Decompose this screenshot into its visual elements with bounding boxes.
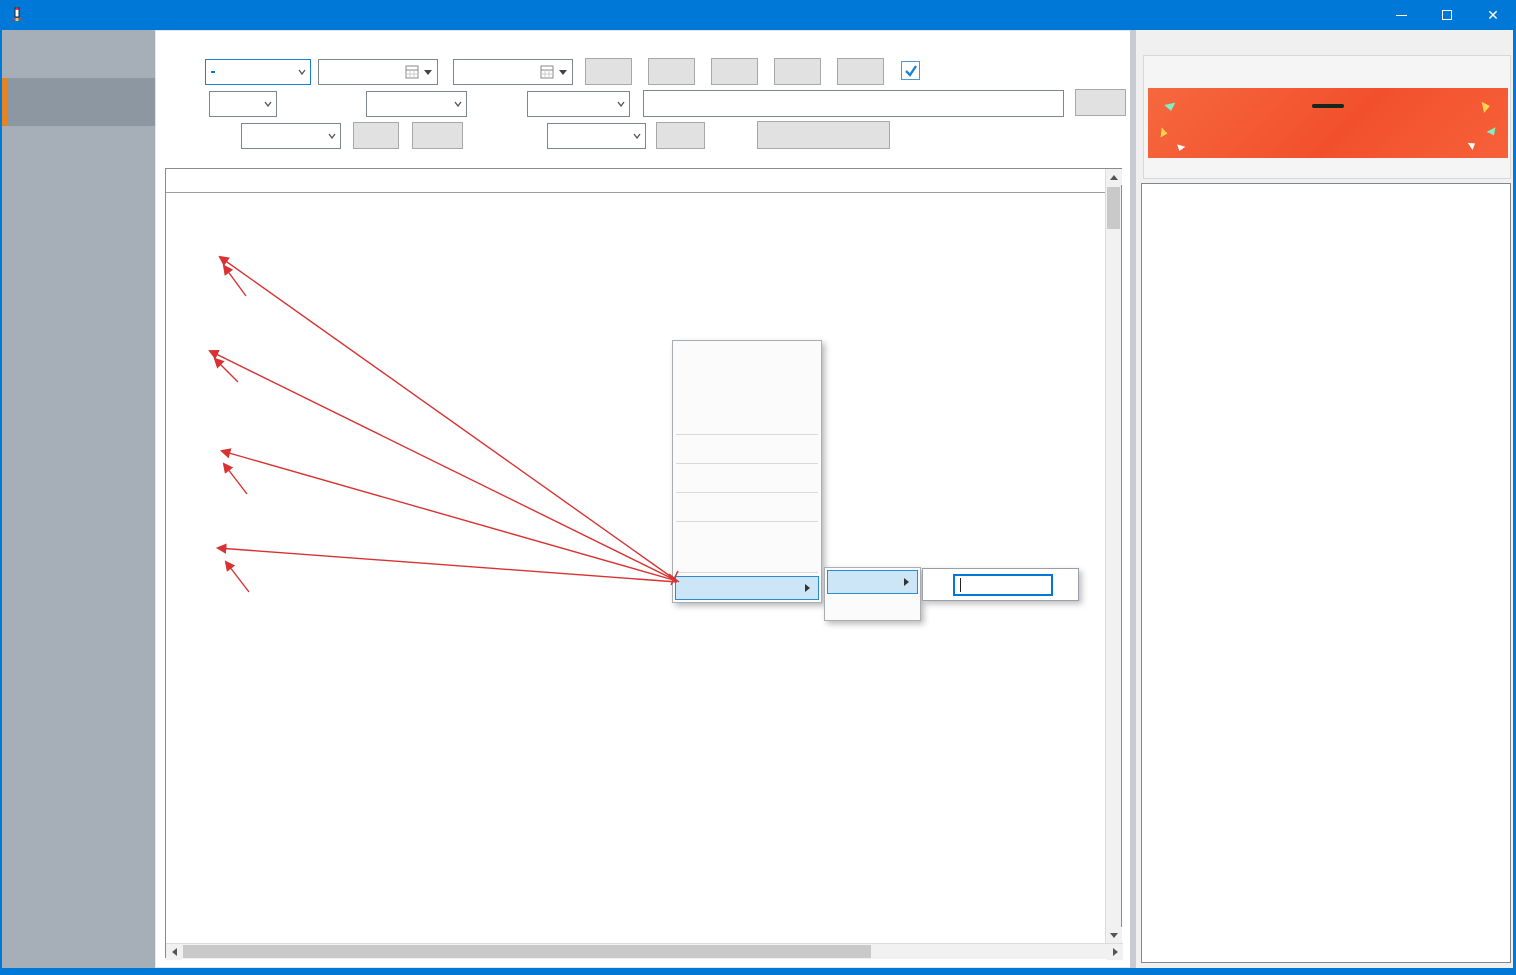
print-combobox[interactable] xyxy=(241,123,341,149)
context-menu xyxy=(672,340,822,603)
orders-table xyxy=(165,168,1122,958)
chevron-down-icon xyxy=(454,100,462,108)
menu-item-barcode-print[interactable] xyxy=(675,576,819,600)
confetti-icon xyxy=(1477,100,1490,113)
confetti-icon xyxy=(1466,141,1475,150)
submenu-item-specify[interactable] xyxy=(827,570,918,594)
sidebar-item-settlement[interactable] xyxy=(0,126,155,174)
horizontal-scrollbar[interactable] xyxy=(166,943,1123,959)
log-panel xyxy=(1141,183,1511,963)
confetti-icon xyxy=(1177,142,1186,151)
submenu-item-all[interactable] xyxy=(827,594,918,618)
center-combobox[interactable] xyxy=(209,91,277,117)
period-combobox[interactable] xyxy=(205,59,311,85)
search-button[interactable] xyxy=(1075,89,1126,116)
text-caret xyxy=(960,578,961,592)
chevron-down-icon xyxy=(633,132,641,140)
close-button[interactable]: ✕ xyxy=(1470,0,1516,30)
chevron-down-icon xyxy=(298,68,306,76)
courier-combobox[interactable] xyxy=(547,123,646,149)
barcode-print-button[interactable] xyxy=(757,121,890,149)
sidebar-item-settings[interactable] xyxy=(0,174,155,222)
menu-item-view-settings[interactable] xyxy=(675,547,819,569)
app-rocket-icon xyxy=(9,7,25,23)
sidebar-item-order-list[interactable] xyxy=(0,30,155,78)
calendar-icon xyxy=(540,64,554,79)
app-window: ✕ xyxy=(0,0,1516,975)
sidebar-item-order-detail-list[interactable] xyxy=(0,78,155,126)
sidebar xyxy=(0,30,155,975)
image-view-checkbox[interactable] xyxy=(901,61,920,80)
today-button[interactable] xyxy=(585,58,632,85)
chevron-down-icon xyxy=(559,70,567,75)
calendar-icon xyxy=(405,64,419,79)
barcode-submenu xyxy=(824,567,921,621)
menu-item-clear-all[interactable] xyxy=(675,387,819,409)
horizontal-scroll-thumb[interactable] xyxy=(183,945,871,958)
menu-item-select-all[interactable] xyxy=(675,343,819,365)
chevron-down-icon xyxy=(424,70,432,75)
confetti-icon xyxy=(1157,127,1168,138)
submenu-arrow-icon xyxy=(904,578,909,586)
order-status-combobox[interactable] xyxy=(366,91,467,117)
barcode-count-flyout xyxy=(922,568,1079,601)
search-input[interactable] xyxy=(643,90,1064,117)
menu-item-kakao-consult[interactable] xyxy=(675,496,819,518)
menu-item-invert-selection[interactable] xyxy=(675,365,819,387)
chevron-down-icon xyxy=(617,100,625,108)
submenu-arrow-icon xyxy=(805,584,810,592)
print-button[interactable] xyxy=(353,122,399,149)
current-month-button[interactable] xyxy=(837,58,884,85)
window-border xyxy=(0,968,1516,975)
table-header xyxy=(166,169,1107,193)
scroll-left-icon[interactable] xyxy=(166,944,182,960)
vertical-scrollbar[interactable] xyxy=(1105,169,1121,943)
date-from-picker[interactable] xyxy=(318,59,438,85)
scroll-right-icon[interactable] xyxy=(1107,944,1123,960)
menu-item-delete-selection[interactable] xyxy=(675,409,819,431)
confetti-icon xyxy=(1164,98,1177,111)
yesterday-button[interactable] xyxy=(648,58,695,85)
menu-item-reorder-columns[interactable] xyxy=(675,525,819,547)
vertical-scroll-thumb[interactable] xyxy=(1107,187,1120,229)
minimize-button[interactable] xyxy=(1378,0,1424,30)
chevron-down-icon xyxy=(328,132,336,140)
search-type-combobox[interactable] xyxy=(527,91,630,117)
confetti-icon xyxy=(1487,125,1498,136)
menu-item-excel-convert[interactable] xyxy=(675,467,819,489)
menu-item-search-selection[interactable] xyxy=(675,438,819,460)
chevron-down-icon xyxy=(264,100,272,108)
barcode-count-input[interactable] xyxy=(953,574,1053,596)
scroll-up-icon[interactable] xyxy=(1106,169,1122,185)
maximize-button[interactable] xyxy=(1424,0,1470,30)
kakao-contact-pill xyxy=(1312,104,1344,108)
ad-banner[interactable] xyxy=(1148,88,1508,158)
scroll-down-icon[interactable] xyxy=(1106,927,1122,943)
thirty-days-button[interactable] xyxy=(774,58,821,85)
title-bar: ✕ xyxy=(0,0,1516,30)
excel-button-2[interactable] xyxy=(656,122,705,149)
date-to-picker[interactable] xyxy=(453,59,573,85)
window-border xyxy=(0,30,2,975)
excel-button-1[interactable] xyxy=(412,122,463,149)
one-week-button[interactable] xyxy=(711,58,758,85)
